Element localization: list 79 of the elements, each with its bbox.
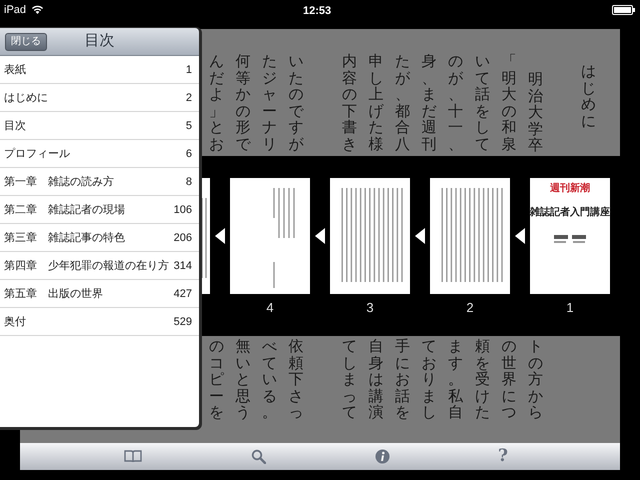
status-time: 12:53 — [303, 4, 332, 19]
close-button[interactable]: 閉じる — [5, 33, 47, 51]
toc-item[interactable]: 目次 5 — [0, 112, 199, 140]
device-name: iPad — [4, 2, 26, 18]
page-thumbnail[interactable] — [430, 178, 510, 294]
text-line: 申し上げた様 — [368, 53, 384, 154]
cover-series: 週刊新潮 — [550, 184, 590, 194]
text-line: ておりまし — [422, 338, 437, 423]
toc-page: 5 — [186, 119, 192, 134]
text-line: いて話をして — [474, 53, 490, 154]
page-number: 4 — [266, 301, 274, 314]
page-number: 2 — [466, 301, 474, 314]
info-icon[interactable] — [374, 448, 390, 464]
toc-label: 奥付 — [4, 315, 26, 330]
text-line: トの方から — [528, 338, 544, 423]
toc-item[interactable]: 奥付 529 — [0, 308, 199, 336]
text-line: 「明大の和泉 — [501, 53, 516, 154]
text-line: 無いと思う — [235, 338, 250, 423]
toc-label: はじめに — [4, 91, 48, 106]
page-thumbnail[interactable] — [330, 178, 410, 294]
text-line: 自身は講演 — [368, 338, 384, 423]
toc-page: 1 — [186, 63, 192, 78]
text-line: たジャーナリ — [262, 53, 278, 154]
toc-item[interactable]: はじめに 2 — [0, 84, 199, 112]
text-line: べている。 — [262, 338, 278, 423]
toc-page: 6 — [186, 147, 192, 162]
left-arrow-icon[interactable] — [315, 228, 325, 244]
text-line: んだよ」とお — [208, 53, 224, 154]
toc-label: 目次 — [4, 119, 26, 134]
left-arrow-icon[interactable] — [215, 228, 225, 244]
battery-icon — [612, 5, 636, 15]
toc-label: プロフィール — [4, 146, 70, 162]
text-line: 明治大学卒 — [528, 71, 544, 156]
text-line: 手にお話を — [395, 338, 410, 423]
toc-item[interactable]: 第三章 雑誌記事の特色 206 — [0, 224, 199, 252]
left-arrow-icon[interactable] — [515, 228, 525, 244]
page-number: 1 — [566, 301, 574, 314]
toc-item[interactable]: 第二章 雑誌記者の現場 106 — [0, 196, 199, 224]
toc-page: 206 — [174, 231, 192, 246]
toc-label: 表紙 — [4, 63, 26, 78]
toc-label: 第二章 雑誌記者の現場 — [4, 202, 125, 218]
text-line: たが、都合八 — [395, 53, 410, 154]
toc-label: 第四章 少年犯罪の報道の在り方 — [4, 258, 169, 274]
text-line: の世界につ — [501, 338, 516, 423]
toc-item[interactable]: プロフィール 6 — [0, 140, 199, 168]
page-thumbnail[interactable]: 週刊新潮 雑誌記者入門講座 — [530, 178, 610, 294]
page-number: 3 — [366, 301, 374, 314]
toc-page: 2 — [186, 91, 192, 106]
page-heading: はじめに — [581, 63, 596, 132]
text-line: 依頼下さっ — [288, 338, 304, 423]
text-line: てしまって — [342, 338, 357, 423]
text-line: 何等かの形で — [235, 53, 250, 154]
toc-item[interactable]: 第四章 少年犯罪の報道の在り方 314 — [0, 252, 199, 280]
page-thumbnail[interactable] — [230, 178, 310, 294]
text-line: 内容の下書き — [342, 53, 357, 154]
toc-page: 427 — [174, 287, 192, 302]
text-line: 頼を受けた — [474, 338, 490, 423]
toc-item[interactable]: 表紙 1 — [0, 56, 199, 84]
toc-page: 106 — [174, 203, 192, 218]
help-button[interactable]: ? — [498, 448, 508, 464]
book-icon[interactable] — [124, 450, 142, 462]
toc-page: 529 — [174, 315, 192, 330]
toc-item[interactable]: 第五章 出版の世界 427 — [0, 280, 199, 308]
text-line: いたのですが — [288, 53, 304, 154]
toc-label: 第一章 雑誌の読み方 — [4, 174, 114, 190]
wifi-icon — [31, 5, 44, 15]
cover-title: 雑誌記者入門講座 — [530, 208, 610, 218]
toc-label: 第五章 出版の世界 — [4, 286, 103, 302]
text-line: 身、まだ週刊 — [422, 53, 437, 154]
text-line: のコピーを — [208, 338, 224, 423]
toc-page: 8 — [186, 175, 192, 190]
toc-item[interactable]: 第一章 雑誌の読み方 8 — [0, 168, 199, 196]
toc-page: 314 — [174, 259, 192, 274]
left-arrow-icon[interactable] — [415, 228, 425, 244]
text-line: のが、十一、 — [448, 53, 464, 154]
search-icon[interactable] — [250, 448, 266, 464]
text-line: ます。私自 — [448, 338, 464, 423]
popover-title: 目次 — [84, 31, 114, 52]
toc-label: 第三章 雑誌記事の特色 — [4, 230, 125, 246]
